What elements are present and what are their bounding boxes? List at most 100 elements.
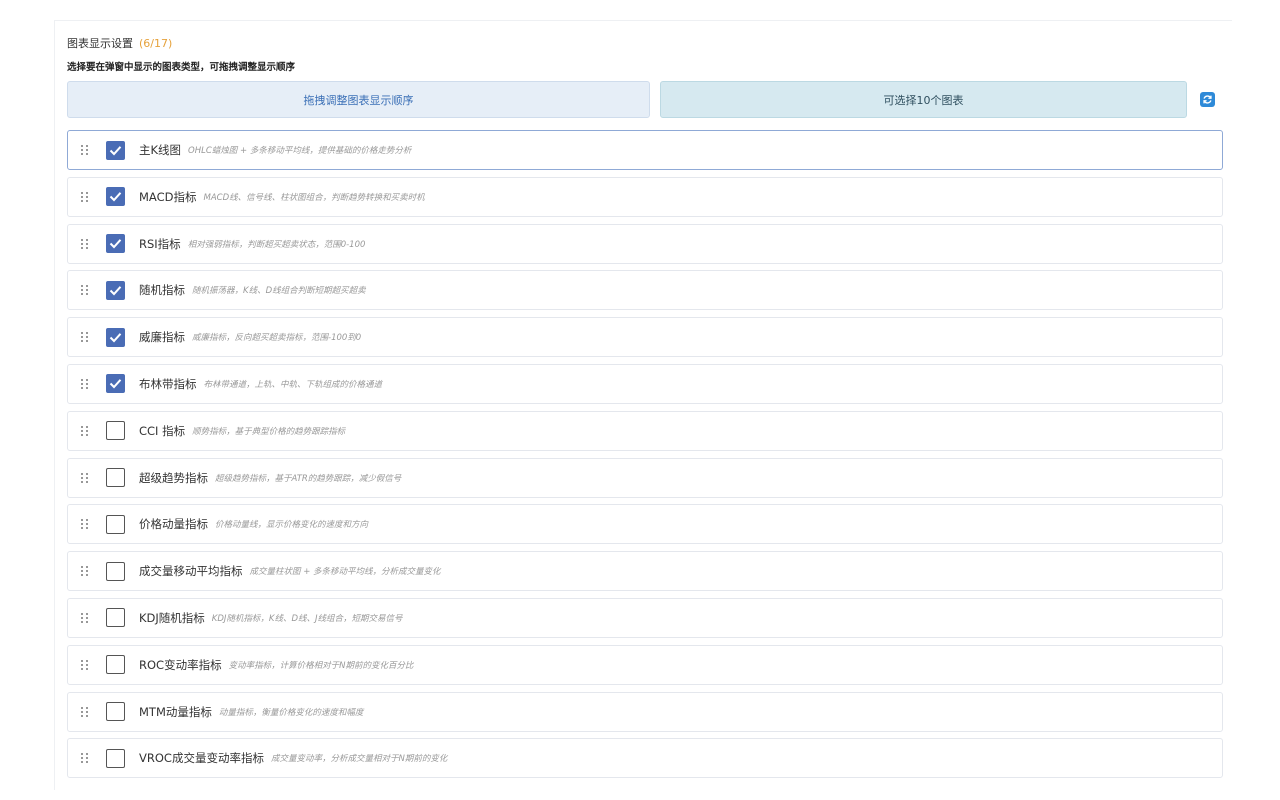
checkmark-icon	[109, 239, 122, 249]
chart-description: 成交量变动率，分析成交量相对于N期前的变化	[270, 754, 448, 765]
chart-list-item[interactable]: 成交量移动平均指标 成交量柱状图 + 多条移动平均线，分析成交量变化	[67, 551, 1223, 592]
chart-list-item[interactable]: MTM动量指标 动量指标，衡量价格变化的速度和幅度	[67, 691, 1223, 732]
drag-handle-dot	[86, 378, 88, 381]
chart-list-item[interactable]: 价格动量指标 价格动量线，显示价格变化的速度和方向	[67, 504, 1223, 545]
chart-list-item[interactable]: 布林带指标 布林带通道，上轨、中轨、下轨组成的价格通道	[67, 363, 1223, 404]
settings-subtitle: 选择要在弹窗中显示的图表类型，可拖拽调整显示顺序	[67, 62, 296, 73]
settings-title: 图表显示设置	[67, 37, 133, 50]
chart-list-item[interactable]: RSI指标 相对强弱指标，判断超买超卖状态，范围0-100	[67, 223, 1223, 264]
chart-checkbox[interactable]	[106, 514, 125, 534]
drag-handle-icon[interactable]	[81, 238, 91, 249]
drag-handle-dot	[86, 706, 88, 709]
drag-handle-dot	[86, 340, 88, 343]
drag-handle-dot	[81, 472, 83, 475]
chart-name: CCI 指标	[139, 423, 186, 438]
chart-list-item[interactable]: CCI 指标 顺势指标，基于典型价格的趋势跟踪指标	[67, 410, 1223, 451]
drag-handle-icon[interactable]	[81, 612, 91, 623]
drag-handle-icon[interactable]	[81, 285, 91, 296]
chart-name: 超级趋势指标	[139, 470, 208, 485]
chart-description: 威廉指标，反向超买超卖指标，范围-100到0	[192, 333, 362, 344]
drag-handle-icon[interactable]	[81, 378, 91, 389]
drag-handle-dot	[81, 667, 83, 670]
drag-handle-icon[interactable]	[81, 191, 91, 202]
drag-handle-dot	[86, 242, 88, 245]
drag-handle-dot	[86, 616, 88, 619]
drag-handle-dot	[86, 382, 88, 385]
chart-checkbox[interactable]	[106, 374, 125, 394]
drag-handle-icon[interactable]	[81, 706, 91, 717]
drag-handle-dot	[81, 757, 83, 760]
chart-description: 布林带通道，上轨、中轨、下轨组成的价格通道	[203, 379, 383, 390]
chart-checkbox[interactable]	[106, 421, 125, 441]
chart-checkbox[interactable]	[106, 234, 125, 254]
refresh-icon[interactable]	[1200, 92, 1215, 107]
drag-handle-dot	[86, 659, 88, 662]
selected-count: (6/17)	[139, 37, 173, 50]
chart-list-item[interactable]: 超级趋势指标 超级趋势指标，基于ATR的趋势跟踪，减少假信号	[67, 457, 1223, 498]
chart-checkbox[interactable]	[106, 468, 125, 488]
chart-name: MACD指标	[139, 189, 197, 204]
drag-handle-dot	[86, 612, 88, 615]
drag-handle-dot	[81, 238, 83, 241]
drag-handle-dot	[86, 145, 88, 147]
drag-handle-dot	[81, 336, 83, 339]
drag-handle-dot	[81, 523, 83, 526]
chart-checkbox[interactable]	[106, 140, 125, 160]
drag-handle-dot	[81, 574, 83, 577]
drag-handle-icon[interactable]	[81, 472, 91, 483]
drag-handle-dot	[86, 336, 88, 339]
drag-handle-dot	[81, 706, 83, 709]
drag-handle-icon[interactable]	[81, 425, 91, 436]
chart-list-item[interactable]: 主K线图 OHLC蜡烛图 + 多条移动平均线，提供基础的价格走势分析	[67, 130, 1223, 170]
chart-name: MTM动量指标	[139, 704, 212, 719]
drag-handle-dot	[86, 246, 88, 249]
chart-type-list: 主K线图 OHLC蜡烛图 + 多条移动平均线，提供基础的价格走势分析 MACD指标 M…	[67, 130, 1223, 785]
chart-checkbox[interactable]	[106, 702, 125, 722]
drag-handle-dot	[86, 472, 88, 475]
drag-handle-dot	[81, 242, 83, 245]
chart-checkbox[interactable]	[106, 655, 125, 675]
drag-handle-dot	[81, 527, 83, 530]
drag-handle-dot	[81, 332, 83, 335]
chart-description: 顺势指标，基于典型价格的趋势跟踪指标	[192, 426, 346, 437]
chart-checkbox[interactable]	[106, 280, 125, 300]
chart-description: MACD线、信号线、柱状图组合，判断趋势转换和买卖时机	[203, 192, 425, 203]
drag-handle-dot	[81, 659, 83, 662]
drag-handle-dot	[86, 570, 88, 573]
chart-description: 变动率指标，计算价格相对于N期前的变化百分比	[228, 660, 414, 671]
chart-list-item[interactable]: VROC成交量变动率指标 成交量变动率，分析成交量相对于N期前的变化	[67, 738, 1223, 779]
chart-list-item[interactable]: 威廉指标 威廉指标，反向超买超卖指标，范围-100到0	[67, 317, 1223, 358]
chart-checkbox[interactable]	[106, 608, 125, 628]
drag-handle-dot	[81, 153, 83, 155]
chart-list-item[interactable]: ROC变动率指标 变动率指标，计算价格相对于N期前的变化百分比	[67, 644, 1223, 685]
chart-name: 威廉指标	[139, 330, 185, 345]
drag-handle-dot	[81, 149, 83, 151]
drag-handle-dot	[86, 429, 88, 432]
chart-list-item[interactable]: MACD指标 MACD线、信号线、柱状图组合，判断趋势转换和买卖时机	[67, 176, 1223, 217]
chart-name: 主K线图	[139, 143, 182, 157]
drag-handle-dot	[81, 519, 83, 522]
drag-order-button[interactable]: 拖拽调整图表显示顺序	[67, 81, 650, 118]
drag-handle-dot	[81, 382, 83, 385]
drag-handle-icon[interactable]	[81, 566, 91, 577]
chart-checkbox[interactable]	[106, 561, 125, 581]
drag-handle-dot	[86, 527, 88, 530]
chart-checkbox[interactable]	[106, 187, 125, 207]
chart-list-item[interactable]: 随机指标 随机振荡器，K线、D线组合判断短期超买超卖	[67, 270, 1223, 311]
chart-checkbox[interactable]	[106, 327, 125, 347]
drag-handle-icon[interactable]	[81, 753, 91, 764]
drag-handle-dot	[86, 566, 88, 569]
drag-handle-icon[interactable]	[81, 332, 91, 343]
drag-handle-dot	[86, 425, 88, 428]
drag-handle-icon[interactable]	[81, 145, 91, 155]
drag-handle-dot	[86, 386, 88, 389]
drag-handle-dot	[86, 480, 88, 483]
chart-list-item[interactable]: KDJ随机指标 KDJ随机指标，K线、D线、J线组合，短期交易信号	[67, 597, 1223, 638]
drag-handle-icon[interactable]	[81, 519, 91, 530]
drag-handle-icon[interactable]	[81, 659, 91, 670]
chart-description: 价格动量线，显示价格变化的速度和方向	[215, 520, 369, 531]
chart-checkbox[interactable]	[106, 748, 125, 768]
chart-name: 随机指标	[139, 283, 185, 298]
chart-limit-button[interactable]: 可选择10个图表	[660, 81, 1187, 118]
drag-handle-dot	[81, 612, 83, 615]
